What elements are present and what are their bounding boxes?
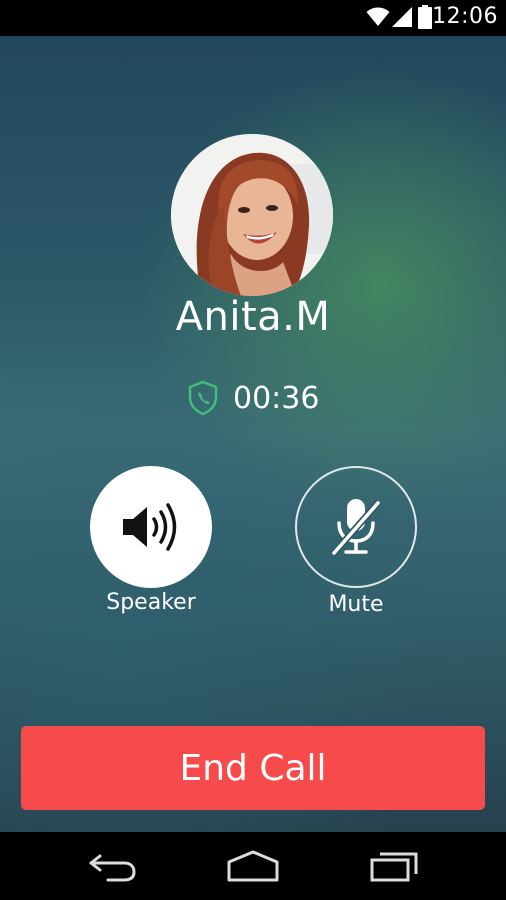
mute-button[interactable]	[295, 466, 417, 588]
call-screen: Anita.M 00:36 Speaker Mute End Call	[0, 36, 506, 832]
speaker-icon	[123, 503, 177, 551]
caller-name: Anita.M	[175, 294, 331, 340]
back-icon[interactable]	[86, 848, 138, 884]
mute-label: Mute	[328, 592, 384, 617]
speaker-button[interactable]	[90, 466, 212, 588]
end-call-button[interactable]: End Call	[21, 726, 485, 810]
battery-icon	[418, 5, 432, 29]
recents-icon[interactable]	[368, 848, 420, 884]
mic-off-icon	[331, 499, 381, 556]
call-status-row: 00:36	[187, 378, 319, 418]
wifi-icon	[366, 7, 390, 26]
signal-icon	[392, 7, 412, 27]
status-bar: 12:06	[0, 0, 506, 36]
end-call-label: End Call	[179, 747, 327, 789]
call-duration: 00:36	[233, 380, 320, 416]
caller-avatar	[171, 134, 333, 296]
status-clock: 12:06	[432, 4, 498, 29]
speaker-label: Speaker	[106, 590, 196, 615]
home-icon[interactable]	[226, 848, 280, 884]
shield-phone-icon	[188, 380, 218, 416]
navigation-bar	[0, 832, 506, 900]
